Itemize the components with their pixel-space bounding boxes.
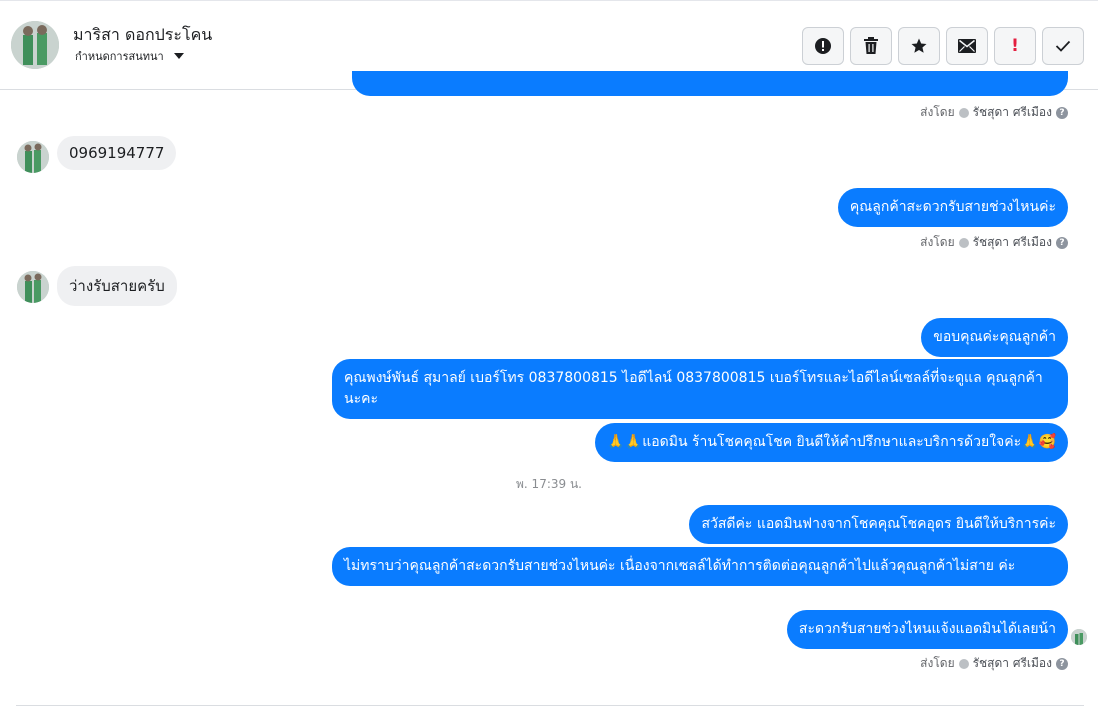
delete-button[interactable] xyxy=(850,27,892,65)
message-bubble-outgoing[interactable]: ไม่ทราบว่าคุณลูกค้าสะดวกรับสายช่วงไหนค่ะ… xyxy=(332,547,1068,586)
contact-avatar-small xyxy=(17,141,49,173)
envelope-icon xyxy=(958,39,976,53)
conversation-settings-label: กำหนดการสนทนา xyxy=(75,50,164,63)
sent-by-label: ส่งโดย xyxy=(920,105,955,119)
message-meta: ส่งโดย รัชสุดา ศรีเมือง ? xyxy=(920,103,1068,122)
alert-circle-icon xyxy=(815,38,831,54)
sender-avatar-icon xyxy=(958,658,969,669)
message-bubble-incoming[interactable]: 0969194777 xyxy=(57,136,177,170)
help-icon[interactable]: ? xyxy=(1056,657,1068,670)
checkmark-icon xyxy=(1055,40,1071,52)
contact-name[interactable]: มาริสา ดอกประโคน xyxy=(73,23,212,48)
star-icon xyxy=(911,38,927,53)
sender-name: รัชสุดา ศรีเมือง xyxy=(972,105,1052,119)
message-bubble-outgoing[interactable]: สวัสดีค่ะ แอดมินฟางจากโชคคุณโชคอุดร ยินด… xyxy=(689,505,1068,544)
help-icon[interactable]: ? xyxy=(1056,106,1068,119)
contact-avatar[interactable] xyxy=(11,21,59,69)
mail-button[interactable] xyxy=(946,27,988,65)
message-bubble-outgoing-partial xyxy=(352,71,1068,96)
message-meta: ส่งโดย รัชสุดา ศรีเมือง ? xyxy=(920,233,1068,252)
message-thread[interactable]: ส่งโดย รัชสุดา ศรีเมือง ? 0969194777 คุณ… xyxy=(0,71,1098,707)
contact-avatar-small xyxy=(17,271,49,303)
sent-by-label: ส่งโดย xyxy=(920,656,955,670)
star-button[interactable] xyxy=(898,27,940,65)
report-button[interactable] xyxy=(802,27,844,65)
message-bubble-outgoing[interactable]: คุณพงษ์พันธ์ สุมาลย์ เบอร์โทร 0837800815… xyxy=(332,359,1068,419)
trash-icon xyxy=(864,37,878,54)
done-button[interactable] xyxy=(1042,27,1084,65)
sent-by-label: ส่งโดย xyxy=(920,235,955,249)
message-bubble-outgoing[interactable]: ขอบคุณค่ะคุณลูกค้า xyxy=(921,318,1068,357)
conversation-settings[interactable]: กำหนดการสนทนา xyxy=(75,47,184,65)
message-bubble-outgoing[interactable]: 🙏🙏แอดมิน ร้านโชคคุณโชค ยินดีให้คำปรึกษาแ… xyxy=(595,423,1068,462)
message-bubble-outgoing[interactable]: คุณลูกค้าสะดวกรับสายช่วงไหนค่ะ xyxy=(837,188,1068,227)
help-icon[interactable]: ? xyxy=(1056,236,1068,249)
sender-avatar-icon xyxy=(958,107,969,118)
seen-avatar xyxy=(1071,629,1087,645)
message-bubble-outgoing[interactable]: สะดวกรับสายช่วงไหนแจ้งแอดมินได้เลยน้า xyxy=(786,610,1068,649)
header-actions: ! xyxy=(802,27,1084,65)
sender-name: รัชสุดา ศรีเมือง xyxy=(972,235,1052,249)
sender-avatar-icon xyxy=(958,237,969,248)
sender-name: รัชสุดา ศรีเมือง xyxy=(972,656,1052,670)
divider xyxy=(16,705,1084,706)
message-bubble-incoming[interactable]: ว่างรับสายครับ xyxy=(57,266,177,306)
caret-down-icon xyxy=(173,53,184,59)
message-meta: ส่งโดย รัชสุดา ศรีเมือง ? xyxy=(920,654,1068,673)
important-button[interactable]: ! xyxy=(994,27,1036,65)
timestamp-divider: พ. 17:39 น. xyxy=(516,477,582,491)
exclamation-icon: ! xyxy=(1011,36,1019,56)
